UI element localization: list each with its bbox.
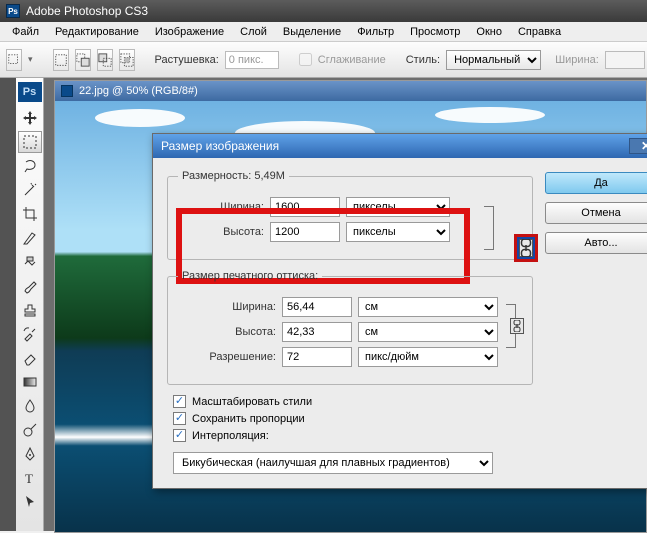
marquee-tool-icon[interactable] bbox=[18, 131, 42, 153]
doc-size-legend: Размер печатного оттиска: bbox=[178, 270, 322, 282]
scale-styles-label: Масштабировать стили bbox=[192, 396, 312, 408]
doc-height-input[interactable] bbox=[282, 322, 352, 342]
resolution-label: Разрешение: bbox=[178, 351, 276, 363]
dialog-title-bar[interactable]: Размер изображения ✕ bbox=[153, 134, 647, 158]
doc-width-unit-select[interactable]: см bbox=[358, 297, 498, 317]
gradient-tool-icon[interactable] bbox=[18, 371, 42, 393]
doc-height-label: Высота: bbox=[178, 326, 276, 338]
workspace: Ps T 22.jpg @ 50% (RGB/8#) bbox=[0, 78, 647, 531]
link-bracket-icon bbox=[484, 206, 494, 250]
style-select[interactable]: Нормальный bbox=[446, 50, 541, 70]
document-title: 22.jpg @ 50% (RGB/8#) bbox=[79, 85, 198, 97]
svg-text:T: T bbox=[25, 471, 33, 486]
app-title: Adobe Photoshop CS3 bbox=[26, 4, 148, 18]
style-label: Стиль: bbox=[406, 54, 440, 66]
pixel-dim-legend: Размерность: 5,49M bbox=[178, 170, 289, 182]
menu-view[interactable]: Просмотр bbox=[402, 24, 468, 40]
ok-button[interactable]: Да bbox=[545, 172, 647, 194]
crop-tool-icon[interactable] bbox=[18, 203, 42, 225]
chain-link-icon[interactable] bbox=[519, 239, 533, 257]
document-icon bbox=[61, 85, 73, 97]
ps-badge-icon: Ps bbox=[18, 82, 42, 102]
canvas-area: 22.jpg @ 50% (RGB/8#) Размер изображения… bbox=[44, 78, 647, 531]
scale-styles-checkbox[interactable] bbox=[173, 395, 186, 408]
dialog-close-button[interactable]: ✕ bbox=[629, 138, 647, 154]
pixel-width-label: Ширина: bbox=[178, 201, 264, 213]
dodge-tool-icon[interactable] bbox=[18, 419, 42, 441]
pixel-height-label: Высота: bbox=[178, 226, 264, 238]
menu-file[interactable]: Файл bbox=[4, 24, 47, 40]
slice-tool-icon[interactable] bbox=[18, 227, 42, 249]
dropdown-caret-icon: ▾ bbox=[28, 54, 33, 65]
menu-edit[interactable]: Редактирование bbox=[47, 24, 147, 40]
antialias-label: Сглаживание bbox=[318, 54, 386, 66]
subtract-selection-icon[interactable] bbox=[97, 49, 113, 71]
chain-link-icon[interactable] bbox=[510, 318, 524, 334]
palette-well bbox=[0, 78, 16, 531]
options-bar: ▾ Растушевка: Сглаживание Стиль: Нормаль… bbox=[0, 42, 647, 78]
history-brush-icon[interactable] bbox=[18, 323, 42, 345]
opt-width-label: Ширина: bbox=[555, 54, 599, 66]
resolution-input[interactable] bbox=[282, 347, 352, 367]
stamp-tool-icon[interactable] bbox=[18, 299, 42, 321]
move-tool-icon[interactable] bbox=[18, 107, 42, 129]
app-logo-icon: Ps bbox=[6, 4, 20, 18]
brush-tool-icon[interactable] bbox=[18, 275, 42, 297]
blur-tool-icon[interactable] bbox=[18, 395, 42, 417]
add-selection-icon[interactable] bbox=[75, 49, 91, 71]
wand-tool-icon[interactable] bbox=[18, 179, 42, 201]
document-title-bar[interactable]: 22.jpg @ 50% (RGB/8#) bbox=[55, 81, 646, 101]
menu-window[interactable]: Окно bbox=[468, 24, 510, 40]
pixel-width-unit-select[interactable]: пикселы bbox=[346, 197, 450, 217]
pen-tool-icon[interactable] bbox=[18, 443, 42, 465]
title-bar: Ps Adobe Photoshop CS3 bbox=[0, 0, 647, 22]
interpolation-select[interactable]: Бикубическая (наилучшая для плавных град… bbox=[173, 452, 493, 474]
menu-layer[interactable]: Слой bbox=[232, 24, 275, 40]
heal-tool-icon[interactable] bbox=[18, 251, 42, 273]
document-size-group: Размер печатного оттиска: Ширина: см Выс… bbox=[167, 270, 533, 385]
antialias-checkbox bbox=[299, 53, 312, 66]
feather-label: Растушевка: bbox=[155, 54, 219, 66]
intersect-selection-icon[interactable] bbox=[119, 49, 135, 71]
image-size-dialog: Размер изображения ✕ Размерность: 5,49M … bbox=[152, 133, 647, 489]
auto-button[interactable]: Авто... bbox=[545, 232, 647, 254]
lasso-tool-icon[interactable] bbox=[18, 155, 42, 177]
feather-input[interactable] bbox=[225, 51, 279, 69]
pixel-height-input[interactable] bbox=[270, 222, 340, 242]
constrain-proportions-label: Сохранить пропорции bbox=[192, 413, 305, 425]
resolution-unit-select[interactable]: пикс/дюйм bbox=[358, 347, 498, 367]
menu-filter[interactable]: Фильтр bbox=[349, 24, 402, 40]
doc-width-label: Ширина: bbox=[178, 301, 276, 313]
doc-height-unit-select[interactable]: см bbox=[358, 322, 498, 342]
resample-checkbox[interactable] bbox=[173, 429, 186, 442]
path-select-icon[interactable] bbox=[18, 491, 42, 513]
cancel-button[interactable]: Отмена bbox=[545, 202, 647, 224]
menu-help[interactable]: Справка bbox=[510, 24, 569, 40]
resample-label: Интерполяция: bbox=[192, 430, 269, 442]
constrain-proportions-checkbox[interactable] bbox=[173, 412, 186, 425]
pixel-height-unit-select[interactable]: пикселы bbox=[346, 222, 450, 242]
pixel-dimensions-group: Размерность: 5,49M Ширина: пикселы Высот… bbox=[167, 170, 533, 260]
constrain-link-highlight bbox=[514, 234, 538, 262]
menu-bar: Файл Редактирование Изображение Слой Выд… bbox=[0, 22, 647, 42]
pixel-width-input[interactable] bbox=[270, 197, 340, 217]
doc-width-input[interactable] bbox=[282, 297, 352, 317]
menu-image[interactable]: Изображение bbox=[147, 24, 232, 40]
opt-width-input bbox=[605, 51, 645, 69]
tool-preset-icon[interactable] bbox=[6, 49, 22, 71]
document-window: 22.jpg @ 50% (RGB/8#) Размер изображения… bbox=[54, 80, 647, 533]
menu-select[interactable]: Выделение bbox=[275, 24, 349, 40]
new-selection-icon[interactable] bbox=[53, 49, 69, 71]
eraser-tool-icon[interactable] bbox=[18, 347, 42, 369]
dialog-title: Размер изображения bbox=[161, 139, 279, 153]
type-tool-icon[interactable]: T bbox=[18, 467, 42, 489]
toolbox: Ps T bbox=[16, 78, 44, 531]
